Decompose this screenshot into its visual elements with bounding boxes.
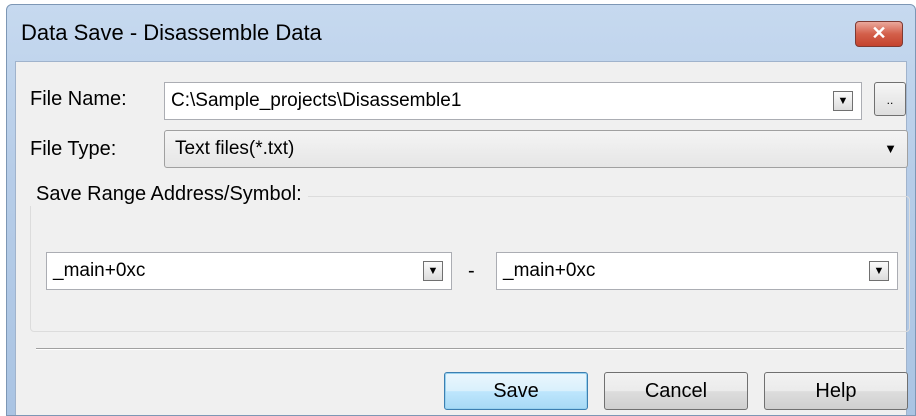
save-range-group-title: Save Range Address/Symbol: (30, 183, 308, 206)
file-name-value: C:\Sample_projects\Disassemble1 (171, 90, 462, 111)
browse-button[interactable]: .. (874, 82, 906, 116)
file-type-value: Text files(*.txt) (175, 138, 295, 159)
file-name-combobox[interactable]: C:\Sample_projects\Disassemble1 ▼ (164, 82, 862, 120)
chevron-down-icon[interactable]: ▼ (423, 261, 443, 281)
file-type-select[interactable]: Text files(*.txt) ▼ (164, 130, 908, 168)
close-icon: ✕ (871, 23, 887, 43)
range-start-value: _main+0xc (53, 260, 146, 281)
range-start-combobox[interactable]: _main+0xc ▼ (46, 252, 452, 290)
save-button[interactable]: Save (444, 372, 588, 410)
close-button[interactable]: ✕ (855, 21, 903, 47)
dialog-client-area: File Name: C:\Sample_projects\Disassembl… (15, 61, 910, 415)
file-name-label: File Name: (30, 88, 127, 110)
range-end-value: _main+0xc (503, 260, 596, 281)
file-type-label: File Type: (30, 138, 117, 160)
dialog-window: Data Save - Disassemble Data ✕ File Name… (6, 4, 916, 416)
range-end-combobox[interactable]: _main+0xc ▼ (496, 252, 898, 290)
window-title: Data Save - Disassemble Data (21, 20, 322, 45)
title-bar[interactable]: Data Save - Disassemble Data (7, 5, 915, 61)
chevron-down-icon: ▼ (884, 141, 897, 156)
cancel-button-label: Cancel (644, 380, 708, 402)
cancel-button[interactable]: Cancel (604, 372, 748, 410)
chevron-down-icon[interactable]: ▼ (833, 91, 853, 111)
range-separator: - (468, 260, 475, 282)
chevron-down-icon[interactable]: ▼ (869, 261, 889, 281)
browse-label: .. (886, 93, 894, 107)
save-button-label: Save (493, 380, 539, 402)
divider (36, 348, 904, 350)
help-button-label: Help (815, 380, 857, 402)
help-button[interactable]: Help (764, 372, 908, 410)
